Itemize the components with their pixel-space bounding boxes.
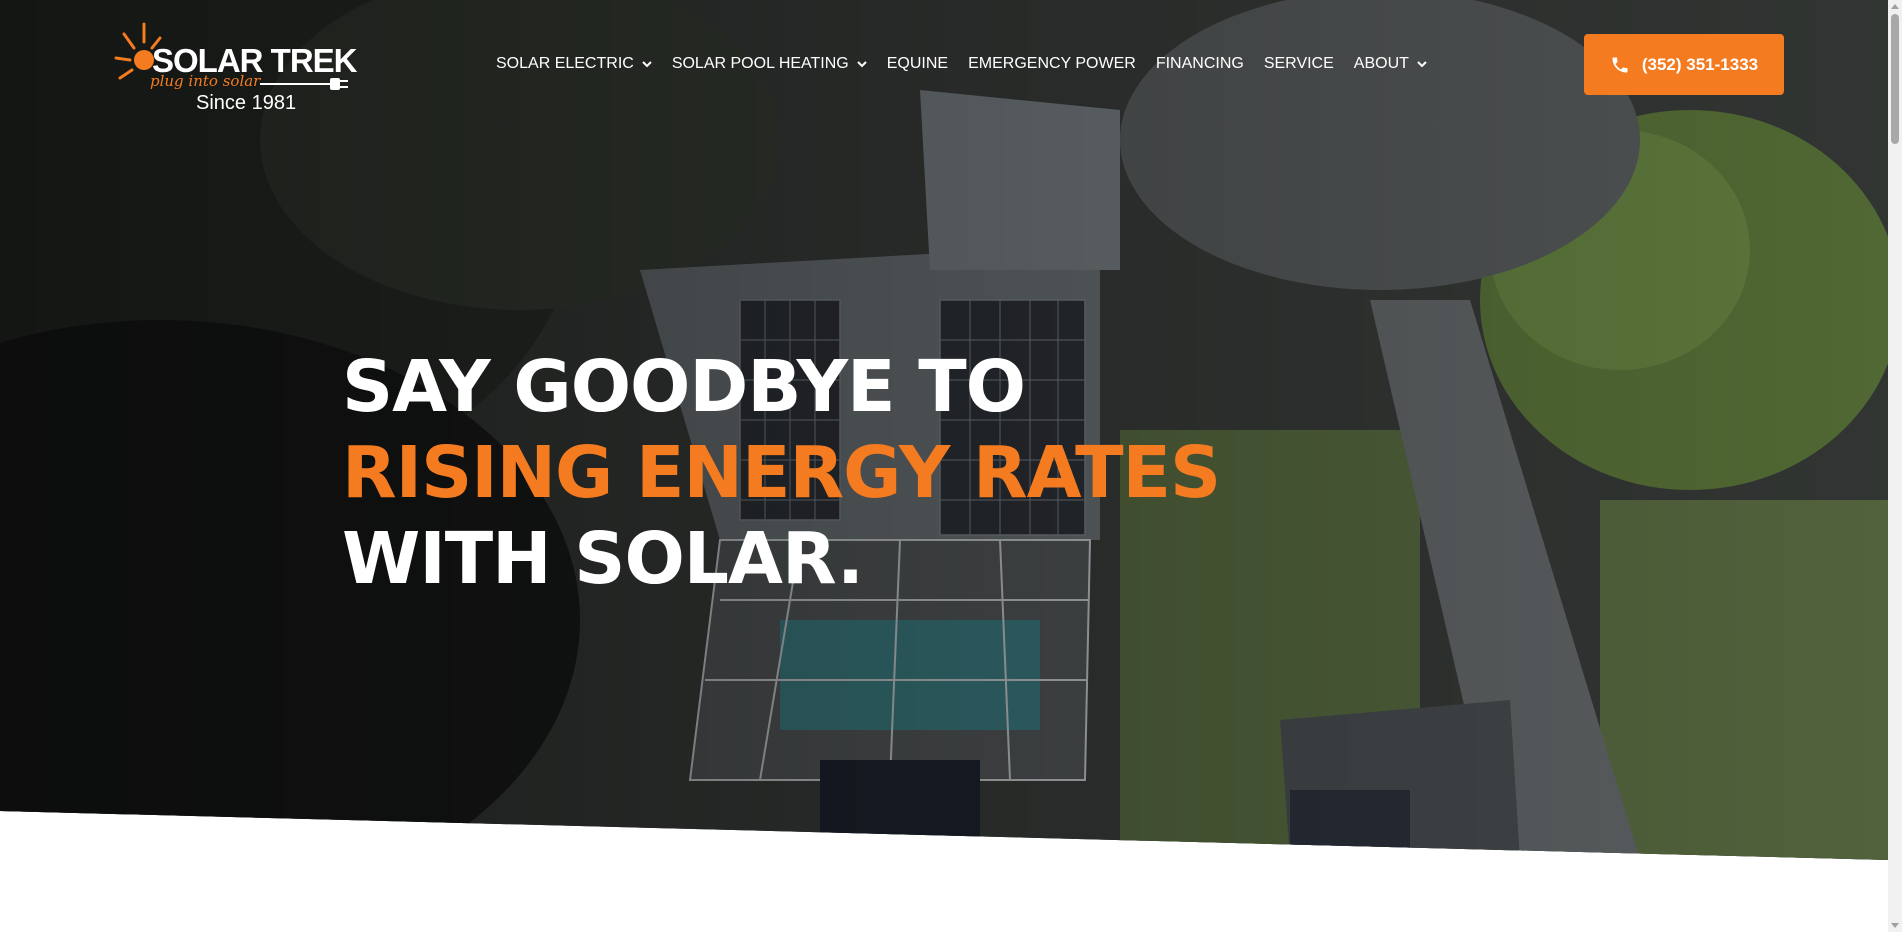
scroll-down-arrow-icon[interactable] (1891, 923, 1899, 928)
nav-item-label: EQUINE (886, 55, 949, 72)
page: SOLAR TREK plug into solar Since 1981 SO… (0, 0, 1902, 932)
nav-item-solar-electric[interactable]: SOLAR ELECTRIC (496, 52, 652, 76)
nav-item-equine[interactable]: EQUINE (887, 52, 948, 76)
phone-icon (1612, 57, 1628, 72)
hero-headline-line-3: WITH SOLAR. (342, 516, 864, 600)
nav-item-emergency-power[interactable]: EMERGENCY POWER (968, 52, 1136, 76)
nav-item-label: ABOUT (1353, 55, 1409, 72)
nav-item-label: SERVICE (1263, 55, 1334, 72)
site-header: SOLAR TREK plug into solar Since 1981 SO… (0, 0, 1888, 130)
nav-item-service[interactable]: SERVICE (1264, 52, 1334, 76)
nav-item-label: SOLAR POOL HEATING (671, 55, 849, 72)
hero-headline-line-1: SAY GOODBYE TO (342, 344, 1026, 428)
chevron-down-icon (857, 61, 867, 68)
nav-item-financing[interactable]: FINANCING (1156, 52, 1244, 76)
plug-icon (260, 78, 348, 90)
solar-trek-logo[interactable]: SOLAR TREK plug into solar Since 1981 (108, 16, 357, 116)
nav-item-solar-pool-heating[interactable]: SOLAR POOL HEATING (672, 52, 867, 76)
hero-headline-line-2: RISING ENERGY RATES (342, 430, 1221, 514)
chevron-down-icon (642, 61, 652, 68)
logo-tagline: plug into solar (150, 72, 261, 90)
scrollbar-thumb[interactable] (1891, 14, 1899, 144)
call-phone-button[interactable]: (352) 351-1333 (1584, 34, 1784, 95)
logo-since: Since 1981 (196, 92, 297, 114)
nav-item-label: SOLAR ELECTRIC (496, 55, 634, 72)
scroll-up-arrow-icon[interactable] (1891, 4, 1899, 9)
hero-headline: SAY GOODBYE TO RISING ENERGY RATES WITH … (342, 344, 1221, 602)
chevron-down-icon (1417, 61, 1427, 68)
main-nav: SOLAR ELECTRIC SOLAR POOL HEATING EQUINE… (496, 52, 1447, 76)
call-phone-label: (352) 351-1333 (1641, 54, 1759, 74)
nav-item-about[interactable]: ABOUT (1354, 52, 1427, 76)
nav-item-label: EMERGENCY POWER (968, 55, 1136, 72)
nav-item-label: FINANCING (1155, 55, 1244, 72)
vertical-scrollbar[interactable] (1888, 0, 1902, 932)
